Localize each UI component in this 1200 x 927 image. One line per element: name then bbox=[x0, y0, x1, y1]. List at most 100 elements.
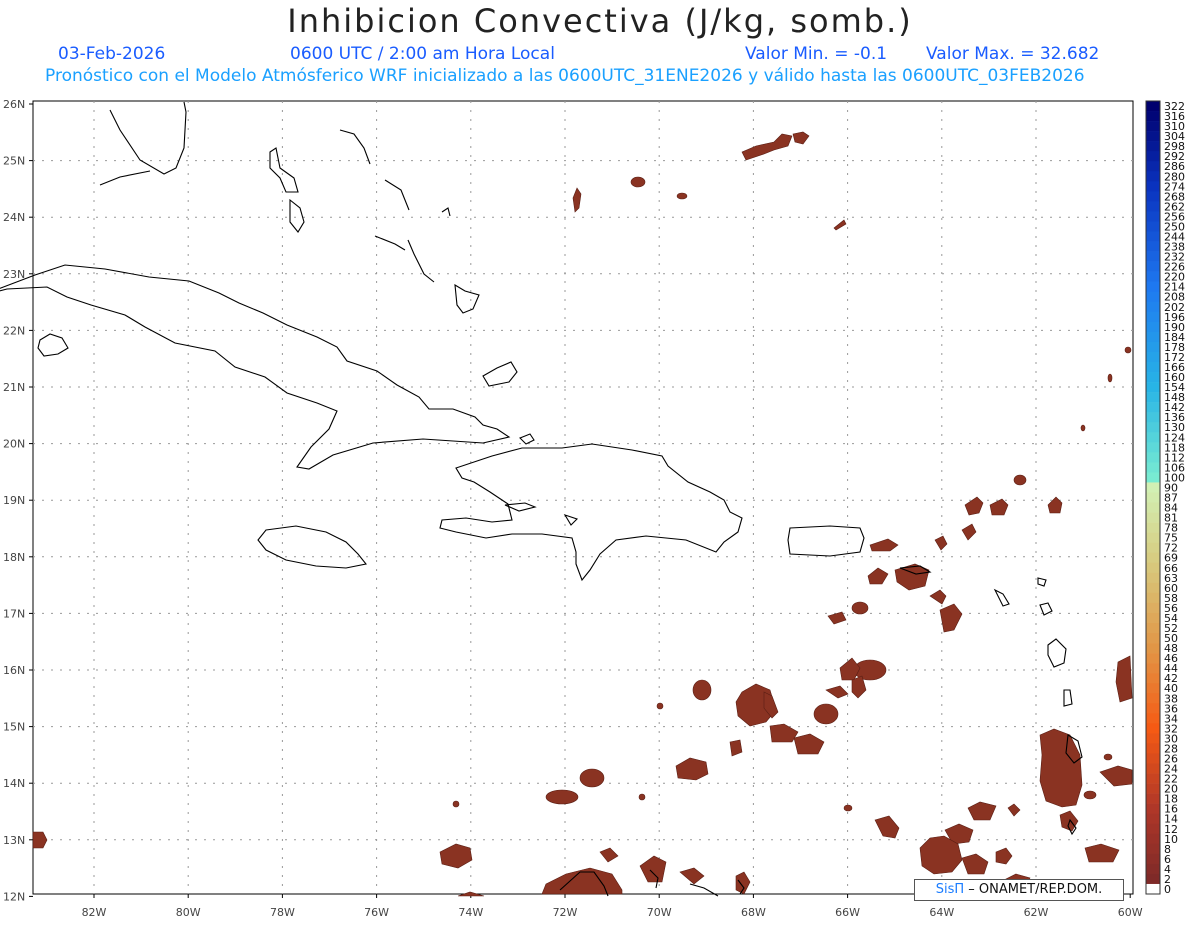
colorbar-swatch bbox=[1146, 131, 1160, 142]
colorbar-swatch bbox=[1146, 813, 1160, 825]
colorbar-swatch bbox=[1146, 743, 1160, 754]
colorbar-swatch bbox=[1146, 572, 1160, 584]
colorbar-swatch bbox=[1146, 512, 1160, 523]
cin-area bbox=[656, 702, 664, 710]
colorbar-swatch bbox=[1146, 643, 1160, 654]
lon-label: 64W bbox=[929, 906, 954, 919]
lat-label: 19N bbox=[3, 494, 25, 507]
lon-label: 72W bbox=[553, 906, 578, 919]
colorbar-swatch bbox=[1146, 402, 1160, 413]
colorbar-swatch bbox=[1146, 633, 1160, 644]
lon-label: 68W bbox=[741, 906, 766, 919]
colorbar-swatch bbox=[1146, 873, 1160, 885]
cin-area bbox=[676, 192, 688, 200]
colorbar-swatch bbox=[1146, 201, 1160, 212]
colorbar-swatch bbox=[1146, 331, 1160, 343]
colorbar-swatch bbox=[1146, 653, 1160, 664]
colorbar-swatch bbox=[1146, 612, 1160, 624]
colorbar-swatch bbox=[1146, 432, 1160, 443]
colorbar-swatch bbox=[1146, 452, 1160, 463]
colorbar-swatch bbox=[1146, 723, 1160, 734]
colorbar-swatch bbox=[1146, 101, 1160, 112]
colorbar-swatch bbox=[1146, 532, 1160, 543]
colorbar-swatch bbox=[1146, 883, 1160, 895]
colorbar-swatch bbox=[1146, 231, 1160, 242]
lat-label: 12N bbox=[3, 890, 25, 903]
credit-box: SisΠ – ONAMET/REP.DOM. bbox=[914, 879, 1124, 901]
lat-label: 25N bbox=[3, 155, 25, 168]
colorbar-swatch bbox=[1146, 622, 1160, 634]
lon-label: 66W bbox=[835, 906, 860, 919]
colorbar-swatch bbox=[1146, 843, 1160, 855]
colorbar-swatch bbox=[1146, 341, 1160, 353]
colorbar-swatch bbox=[1146, 111, 1160, 122]
cin-area bbox=[1115, 655, 1133, 703]
colorbar-swatch bbox=[1146, 863, 1160, 875]
cin-area bbox=[452, 800, 460, 808]
colorbar-swatch bbox=[1146, 693, 1160, 704]
sispi-logo-text: SisΠ bbox=[935, 882, 965, 897]
lon-label: 78W bbox=[270, 906, 295, 919]
colorbar-swatch bbox=[1146, 271, 1160, 282]
colorbar-swatch bbox=[1146, 492, 1160, 503]
lat-label: 22N bbox=[3, 324, 25, 337]
colorbar-swatch bbox=[1146, 602, 1160, 614]
colorbar-swatch bbox=[1146, 211, 1160, 222]
cin-area bbox=[630, 176, 646, 188]
colorbar-label: 0 bbox=[1164, 883, 1171, 896]
colorbar-swatch bbox=[1146, 783, 1160, 794]
lon-label: 80W bbox=[176, 906, 201, 919]
colorbar-swatch bbox=[1146, 442, 1160, 453]
lat-label: 13N bbox=[3, 834, 25, 847]
lat-label: 20N bbox=[3, 438, 25, 451]
cin-area bbox=[1083, 790, 1097, 800]
colorbar: 3223163103042982922862802742682622562502… bbox=[1145, 100, 1185, 896]
colorbar-swatch bbox=[1146, 241, 1160, 252]
lat-label: 18N bbox=[3, 551, 25, 564]
colorbar-swatch bbox=[1146, 121, 1160, 132]
colorbar-swatch bbox=[1146, 542, 1160, 554]
colorbar-swatch bbox=[1146, 372, 1160, 383]
cin-area bbox=[638, 793, 646, 801]
colorbar-swatch bbox=[1146, 392, 1160, 403]
colorbar-swatch bbox=[1146, 151, 1160, 162]
cin-area bbox=[692, 679, 712, 701]
colorbar-swatch bbox=[1146, 382, 1160, 393]
lat-label: 23N bbox=[3, 268, 25, 281]
lon-label: 76W bbox=[364, 906, 389, 919]
colorbar-swatch bbox=[1146, 853, 1160, 865]
cin-area bbox=[843, 804, 853, 812]
colorbar-swatch bbox=[1146, 191, 1160, 202]
colorbar-swatch bbox=[1146, 261, 1160, 272]
cin-area bbox=[1103, 753, 1113, 761]
colorbar-swatch bbox=[1146, 422, 1160, 433]
lon-label: 70W bbox=[647, 906, 672, 919]
colorbar-swatch bbox=[1146, 321, 1160, 333]
colorbar-swatch bbox=[1146, 462, 1160, 473]
colorbar-swatch bbox=[1146, 833, 1160, 845]
colorbar-swatch bbox=[1146, 683, 1160, 694]
lon-label: 82W bbox=[82, 906, 107, 919]
cin-area bbox=[1080, 424, 1086, 432]
colorbar-swatch bbox=[1146, 141, 1160, 152]
cin-area bbox=[1107, 373, 1113, 383]
colorbar-swatch bbox=[1146, 823, 1160, 835]
colorbar-swatch bbox=[1146, 281, 1160, 293]
colorbar-swatch bbox=[1146, 361, 1160, 373]
lon-label: 62W bbox=[1024, 906, 1049, 919]
cin-area bbox=[1124, 346, 1132, 354]
colorbar-swatch bbox=[1146, 592, 1160, 604]
lon-label: 60W bbox=[1118, 906, 1143, 919]
colorbar-swatch bbox=[1146, 472, 1160, 483]
colorbar-swatch bbox=[1146, 713, 1160, 724]
colorbar-swatch bbox=[1146, 753, 1160, 764]
colorbar-swatch bbox=[1146, 351, 1160, 363]
colorbar-swatch bbox=[1146, 221, 1160, 232]
lon-label: 74W bbox=[458, 906, 483, 919]
colorbar-swatch bbox=[1146, 482, 1160, 493]
cin-area bbox=[579, 768, 605, 788]
colorbar-swatch bbox=[1146, 673, 1160, 684]
colorbar-swatch bbox=[1146, 562, 1160, 574]
colorbar-swatch bbox=[1146, 733, 1160, 744]
colorbar-swatch bbox=[1146, 803, 1160, 814]
